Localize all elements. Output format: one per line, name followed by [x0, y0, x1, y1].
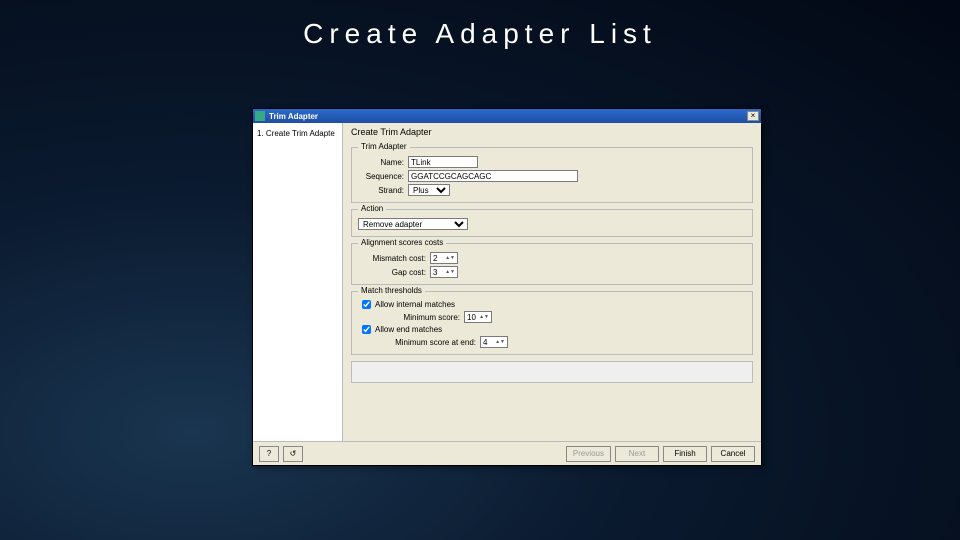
action-select[interactable]: Remove adapter [358, 218, 468, 230]
app-icon [255, 111, 265, 121]
dialog-footer: ? ↺ Previous Next Finish Cancel [253, 441, 761, 465]
previous-button[interactable]: Previous [566, 446, 611, 462]
allow-internal-label: Allow internal matches [375, 300, 455, 309]
mismatch-spinner[interactable]: 2 ▲▼ [430, 252, 458, 264]
allow-end-label: Allow end matches [375, 325, 442, 334]
name-label: Name: [358, 158, 404, 167]
mismatch-label: Mismatch cost: [358, 254, 426, 263]
finish-button[interactable]: Finish [663, 446, 707, 462]
min-score-end-spinner[interactable]: 4 ▲▼ [480, 336, 508, 348]
sidebar-item-label: Create Trim Adapte [266, 129, 335, 138]
cancel-button[interactable]: Cancel [711, 446, 755, 462]
wizard-sidebar: 1. Create Trim Adapte [253, 123, 343, 441]
min-score-label: Minimum score: [380, 313, 460, 322]
trim-adapter-dialog: Trim Adapter × 1. Create Trim Adapte Cre… [252, 108, 762, 466]
name-input[interactable] [408, 156, 478, 168]
group-trim-adapter: Trim Adapter Name: Sequence: Strand: Plu… [351, 147, 753, 203]
min-score-spinner[interactable]: 10 ▲▼ [464, 311, 492, 323]
sequence-input[interactable] [408, 170, 578, 182]
close-button[interactable]: × [747, 111, 759, 121]
gap-spinner[interactable]: 3 ▲▼ [430, 266, 458, 278]
allow-internal-input[interactable] [362, 300, 371, 309]
allow-end-input[interactable] [362, 325, 371, 334]
sidebar-step-number: 1. [257, 129, 264, 138]
group-alignment-legend: Alignment scores costs [358, 238, 446, 247]
spinner-arrows-icon: ▲▼ [445, 256, 455, 260]
group-action-legend: Action [358, 204, 386, 213]
help-button[interactable]: ? [259, 446, 279, 462]
sequence-label: Sequence: [358, 172, 404, 181]
strand-label: Strand: [358, 186, 404, 195]
preview-strip [351, 361, 753, 383]
reset-button[interactable]: ↺ [283, 446, 303, 462]
panel-title: Create Trim Adapter [351, 127, 753, 137]
group-match-legend: Match thresholds [358, 286, 425, 295]
allow-internal-checkbox[interactable]: Allow internal matches [362, 300, 746, 309]
spinner-arrows-icon: ▲▼ [495, 340, 505, 344]
window-title: Trim Adapter [269, 112, 747, 121]
slide-title: Create Adapter List [0, 18, 960, 50]
group-trim-adapter-legend: Trim Adapter [358, 142, 410, 151]
group-match-thresholds: Match thresholds Allow internal matches … [351, 291, 753, 355]
group-action: Action Remove adapter [351, 209, 753, 237]
main-panel: Create Trim Adapter Trim Adapter Name: S… [343, 123, 761, 441]
spinner-arrows-icon: ▲▼ [479, 315, 489, 319]
allow-end-checkbox[interactable]: Allow end matches [362, 325, 746, 334]
titlebar[interactable]: Trim Adapter × [253, 109, 761, 123]
spinner-arrows-icon: ▲▼ [445, 270, 455, 274]
gap-label: Gap cost: [358, 268, 426, 277]
group-alignment-costs: Alignment scores costs Mismatch cost: 2 … [351, 243, 753, 285]
next-button[interactable]: Next [615, 446, 659, 462]
min-score-end-label: Minimum score at end: [380, 338, 476, 347]
strand-select[interactable]: Plus [408, 184, 450, 196]
sidebar-item-create-trim[interactable]: 1. Create Trim Adapte [257, 127, 338, 140]
